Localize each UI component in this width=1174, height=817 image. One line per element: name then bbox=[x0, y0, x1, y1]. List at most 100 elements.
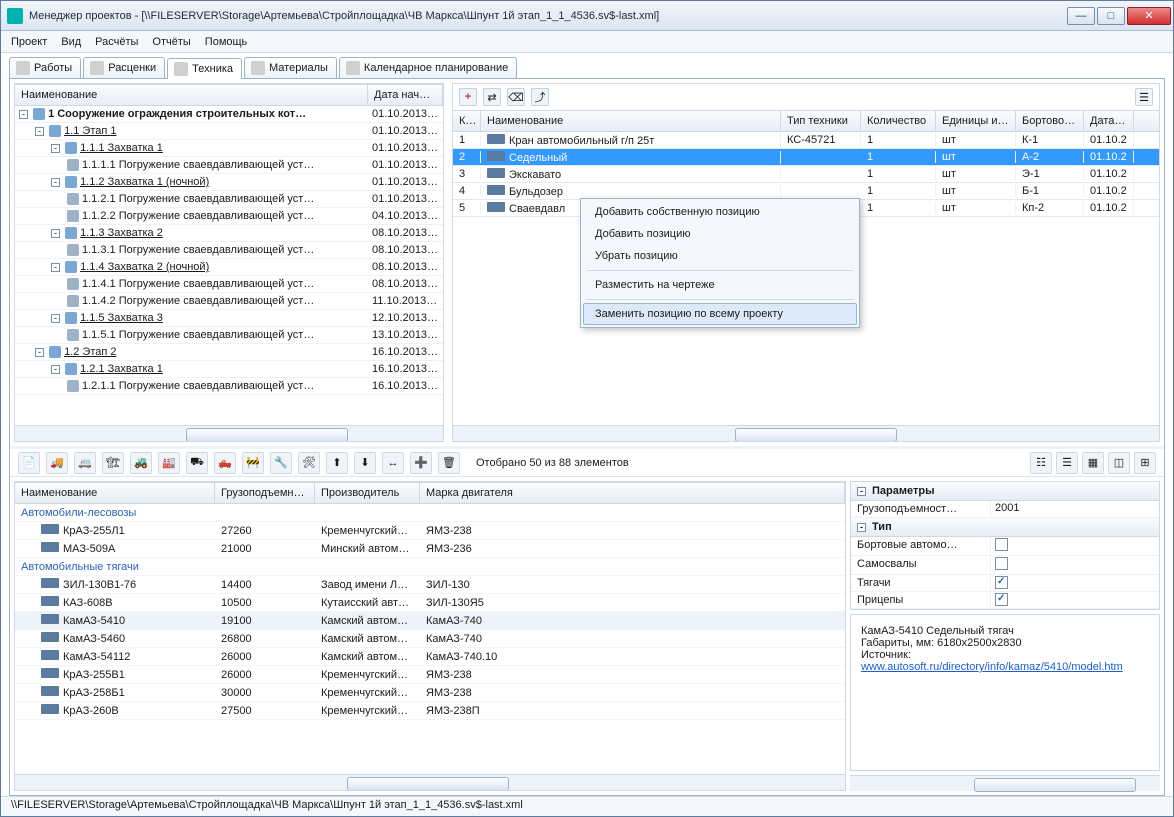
tool-button-2[interactable]: ⇄ bbox=[483, 88, 501, 106]
tree-body[interactable]: - 1 Сооружение ограждения строительных к… bbox=[15, 106, 443, 425]
info-link[interactable]: www.autosoft.ru/directory/info/kamaz/541… bbox=[861, 661, 1123, 673]
col-name[interactable]: Наименование bbox=[481, 111, 781, 131]
context-menu[interactable]: Добавить собственную позициюДобавить поз… bbox=[580, 198, 860, 328]
context-menu-item[interactable]: Добавить собственную позицию bbox=[583, 201, 857, 223]
tab-equipment[interactable]: Техника bbox=[167, 58, 242, 79]
expander-icon[interactable]: - bbox=[51, 144, 60, 153]
col-type[interactable]: Тип техники bbox=[781, 111, 861, 131]
view-btn-5[interactable]: ⊞ bbox=[1134, 452, 1156, 474]
col-qty[interactable]: Количество bbox=[861, 111, 936, 131]
type-row[interactable]: Прицепы bbox=[851, 592, 1159, 609]
info-hscroll[interactable] bbox=[850, 775, 1160, 791]
view-btn-2[interactable]: ☰ bbox=[1056, 452, 1078, 474]
tree-hscroll[interactable] bbox=[15, 425, 443, 441]
catalog-row[interactable]: КамАЗ-5411226000Камский автом…КамАЗ-740.… bbox=[15, 648, 845, 666]
checkbox[interactable] bbox=[995, 557, 1008, 570]
catalog-row[interactable]: КрАЗ-258Б130000Кременчугский…ЯМЗ-238 bbox=[15, 684, 845, 702]
tree-row[interactable]: - 1 Сооружение ограждения строительных к… bbox=[15, 106, 443, 123]
equip-hscroll[interactable] bbox=[453, 425, 1159, 441]
filter-btn-bus[interactable]: 🚐 bbox=[74, 452, 96, 474]
cat-col-engine[interactable]: Марка двигателя bbox=[420, 483, 845, 503]
tree-col-name[interactable]: Наименование bbox=[15, 85, 368, 105]
tree-row[interactable]: 1.1.4.2 Погружение сваевдавливающей уст…… bbox=[15, 293, 443, 310]
tree-row[interactable]: - 1.1 Этап 101.10.2013… bbox=[15, 123, 443, 140]
catalog-row[interactable]: КрАЗ-255Л127260Кременчугский…ЯМЗ-238 bbox=[15, 522, 845, 540]
equip-row[interactable]: 2Седельный1штА-201.10.2 bbox=[453, 149, 1159, 166]
view-btn-4[interactable]: ◫ bbox=[1108, 452, 1130, 474]
catalog-group[interactable]: Автомобили-лесовозы bbox=[15, 504, 845, 522]
type-row[interactable]: Тягачи bbox=[851, 575, 1159, 592]
expander-icon[interactable]: - bbox=[51, 229, 60, 238]
tool-button-right[interactable]: ☰ bbox=[1135, 88, 1153, 106]
menu-project[interactable]: Проект bbox=[11, 36, 47, 48]
expander-icon[interactable]: - bbox=[19, 110, 28, 119]
param-row-load[interactable]: Грузоподъемност… 2001 bbox=[851, 501, 1159, 518]
filter-btn-5[interactable]: 🏭 bbox=[158, 452, 180, 474]
tree-row[interactable]: 1.1.4.1 Погружение сваевдавливающей уст…… bbox=[15, 276, 443, 293]
tree-row[interactable]: - 1.1.2 Захватка 1 (ночной)01.10.2013… bbox=[15, 174, 443, 191]
catalog-body[interactable]: Автомобили-лесовозыКрАЗ-255Л127260Кремен… bbox=[15, 504, 845, 774]
catalog-row[interactable]: КАЗ-608В10500Кутаисский авт…ЗИЛ-130Я5 bbox=[15, 594, 845, 612]
catalog-row[interactable]: ЗИЛ-130В1-7614400Завод имени Л…ЗИЛ-130 bbox=[15, 576, 845, 594]
cat-col-name[interactable]: Наименование bbox=[15, 483, 215, 503]
catalog-row[interactable]: КамАЗ-546026800Камский автом…КамАЗ-740 bbox=[15, 630, 845, 648]
catalog-group[interactable]: Автомобильные тягачи bbox=[15, 558, 845, 576]
col-unit[interactable]: Единицы измерения bbox=[936, 111, 1016, 131]
tree-row[interactable]: 1.1.2.2 Погружение сваевдавливающей уст…… bbox=[15, 208, 443, 225]
tool-button-3[interactable]: ⌫ bbox=[507, 88, 525, 106]
col-start[interactable]: Дата начала bbox=[1084, 111, 1134, 131]
tree-row[interactable]: - 1.1.3 Захватка 208.10.2013… bbox=[15, 225, 443, 242]
menu-calc[interactable]: Расчёты bbox=[95, 36, 138, 48]
expander-icon[interactable]: - bbox=[51, 178, 60, 187]
expander-icon[interactable]: - bbox=[35, 348, 44, 357]
filter-btn-crane[interactable]: 🏗 bbox=[102, 452, 124, 474]
maximize-button[interactable]: □ bbox=[1097, 7, 1125, 25]
menu-view[interactable]: Вид bbox=[61, 36, 81, 48]
filter-btn-9[interactable]: 🔧 bbox=[270, 452, 292, 474]
cat-col-maker[interactable]: Производитель bbox=[315, 483, 420, 503]
minimize-button[interactable]: — bbox=[1067, 7, 1095, 25]
tab-works[interactable]: Работы bbox=[9, 57, 81, 78]
checkbox[interactable] bbox=[995, 538, 1008, 551]
catalog-row[interactable]: КрАЗ-255В126000Кременчугский…ЯМЗ-238 bbox=[15, 666, 845, 684]
context-menu-item[interactable]: Убрать позицию bbox=[583, 245, 857, 267]
filter-btn-6[interactable]: ⛟ bbox=[186, 452, 208, 474]
tree-row[interactable]: 1.1.1.1 Погружение сваевдавливающей уст…… bbox=[15, 157, 443, 174]
titlebar[interactable]: Менеджер проектов - [\\FILESERVER\Storag… bbox=[1, 1, 1173, 31]
catalog-row[interactable]: КамАЗ-541019100Камский автом…КамАЗ-740 bbox=[15, 612, 845, 630]
tree-row[interactable]: 1.1.2.1 Погружение сваевдавливающей уст…… bbox=[15, 191, 443, 208]
view-btn-3[interactable]: ▦ bbox=[1082, 452, 1104, 474]
expander-icon[interactable]: - bbox=[35, 127, 44, 136]
catalog-row[interactable]: МАЗ-509А21000Минский автом…ЯМЗ-236 bbox=[15, 540, 845, 558]
tab-schedule[interactable]: Календарное планирование bbox=[339, 57, 517, 78]
expander-icon[interactable]: - bbox=[51, 263, 60, 272]
tree-row[interactable]: - 1.1.4 Захватка 2 (ночной)08.10.2013… bbox=[15, 259, 443, 276]
tree-row[interactable]: 1.1.5.1 Погружение сваевдавливающей уст…… bbox=[15, 327, 443, 344]
tree-row[interactable]: - 1.2 Этап 216.10.2013… bbox=[15, 344, 443, 361]
tab-rates[interactable]: Расценки bbox=[83, 57, 165, 78]
tool-button-4[interactable]: ⤴ bbox=[531, 88, 549, 106]
filter-btn-12[interactable]: ⬇ bbox=[354, 452, 376, 474]
view-btn-1[interactable]: ☷ bbox=[1030, 452, 1052, 474]
close-button[interactable]: ✕ bbox=[1127, 7, 1171, 25]
checkbox[interactable] bbox=[995, 593, 1008, 606]
tab-materials[interactable]: Материалы bbox=[244, 57, 337, 78]
filter-btn-1[interactable]: 📄 bbox=[18, 452, 40, 474]
tree-row[interactable]: - 1.1.1 Захватка 101.10.2013… bbox=[15, 140, 443, 157]
tree-row[interactable]: - 1.1.5 Захватка 312.10.2013… bbox=[15, 310, 443, 327]
filter-btn-trash[interactable]: 🗑 bbox=[438, 452, 460, 474]
menu-help[interactable]: Помощь bbox=[205, 36, 248, 48]
collapse-icon[interactable]: - bbox=[857, 487, 866, 496]
col-k[interactable]: К… bbox=[453, 111, 481, 131]
filter-btn-11[interactable]: ⬆ bbox=[326, 452, 348, 474]
add-button[interactable]: + bbox=[459, 88, 477, 106]
filter-btn-13[interactable]: ↔ bbox=[382, 452, 404, 474]
tree-row[interactable]: 1.1.3.1 Погружение сваевдавливающей уст…… bbox=[15, 242, 443, 259]
filter-btn-7[interactable]: 🛻 bbox=[214, 452, 236, 474]
filter-btn-truck[interactable]: 🚚 bbox=[46, 452, 68, 474]
cat-col-load[interactable]: Грузоподъемн… bbox=[215, 483, 315, 503]
menu-reports[interactable]: Отчёты bbox=[152, 36, 190, 48]
filter-btn-8[interactable]: 🚧 bbox=[242, 452, 264, 474]
type-row[interactable]: Самосвалы bbox=[851, 556, 1159, 575]
checkbox[interactable] bbox=[995, 576, 1008, 589]
